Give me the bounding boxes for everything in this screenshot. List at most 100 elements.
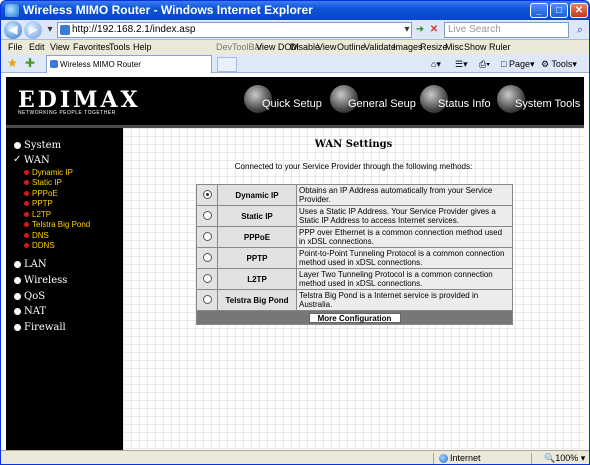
dev-show-ruler[interactable]: Show Ruler — [464, 40, 511, 54]
sidebar-subitem-ddns[interactable]: DDNS — [24, 241, 55, 251]
dev-outline[interactable]: Outline — [337, 40, 366, 54]
sidebar-item-qos[interactable]: QoS — [14, 290, 45, 303]
close-button[interactable]: ✕ — [570, 3, 588, 18]
status-separator — [433, 453, 434, 464]
zoom-level[interactable]: 🔍100% ▾ — [544, 451, 585, 464]
wan-method-name: L2TP — [217, 268, 297, 290]
bullet-icon — [14, 261, 21, 268]
globe-icon — [439, 454, 448, 463]
sidebar-subitem-dns[interactable]: DNS — [24, 231, 49, 241]
wan-method-name: PPTP — [217, 247, 297, 269]
add-favorites-icon[interactable]: ✚ — [25, 56, 35, 70]
dev-view[interactable]: View — [317, 40, 336, 54]
dev-validate[interactable]: Validate — [364, 40, 396, 54]
favorites-star-icon[interactable]: ★ — [7, 56, 18, 70]
address-url: http://192.168.2.1/index.asp — [72, 24, 196, 35]
go-arrow-icon[interactable]: ➜ — [413, 22, 427, 38]
dev-disable[interactable]: Disable — [290, 40, 320, 54]
maximize-button[interactable]: □ — [550, 3, 568, 18]
forward-button[interactable]: ▶ — [24, 21, 42, 39]
bullet-icon — [24, 201, 29, 206]
window-title: Wireless MIMO Router - Windows Internet … — [23, 3, 313, 17]
menu-tools[interactable]: Tools — [109, 40, 130, 54]
wan-method-row[interactable]: Telstra Big Pond Telstra Big Pond is a In… — [196, 289, 513, 311]
menu-file[interactable]: File — [8, 40, 23, 54]
back-button[interactable]: ◀ — [4, 21, 22, 39]
history-dropdown-icon[interactable]: ▾ — [43, 22, 57, 38]
dev-resize[interactable]: Resize — [420, 40, 448, 54]
config-row: More Configuration — [196, 310, 513, 325]
print-icon[interactable]: ⎙▾ — [479, 57, 490, 71]
bullet-icon — [14, 324, 21, 331]
dev-images[interactable]: Images — [393, 40, 423, 54]
title-bar: Wireless MIMO Router - Windows Internet … — [1, 1, 589, 20]
page-content: EDIMAX NETWORKING PEOPLE TOGETHER Quick … — [1, 73, 589, 450]
nav-general-setup[interactable]: General Seup — [330, 85, 416, 113]
address-dropdown-icon[interactable]: ▾ — [400, 22, 414, 38]
wan-method-name: Dynamic IP — [217, 184, 297, 206]
nav-status-info[interactable]: Status Info — [420, 85, 491, 113]
nav-quick-setup[interactable]: Quick Setup — [244, 85, 322, 113]
nav-system-tools[interactable]: System Tools — [497, 85, 580, 113]
sidebar-item-wireless[interactable]: Wireless — [14, 274, 67, 287]
wan-method-radio[interactable] — [202, 231, 212, 241]
sidebar-subitem-telstra-big-pond[interactable]: Telstra Big Pond — [24, 220, 90, 230]
page-icon — [60, 25, 70, 35]
status-bar: Internet 🔍100% ▾ — [1, 450, 589, 464]
search-input[interactable]: Live Search — [444, 22, 569, 38]
wan-methods-table: Dynamic IP Obtains an IP Address automati… — [196, 184, 513, 325]
sidebar-item-system[interactable]: System — [14, 139, 61, 152]
bullet-icon — [24, 170, 29, 175]
page-title: WAN Settings — [314, 139, 393, 150]
sidebar-subitem-dynamic-ip[interactable]: Dynamic IP — [24, 168, 73, 178]
wan-method-description: Layer Two Tunneling Protocol is a common… — [296, 268, 513, 290]
sidebar-subitem-static-ip[interactable]: Static IP — [24, 178, 62, 188]
wan-method-row[interactable]: PPPoE PPP over Ethernet is a common conne… — [196, 226, 513, 248]
sidebar-item-lan[interactable]: LAN — [14, 258, 47, 271]
sidebar-subitem-l2tp[interactable]: L2TP — [24, 210, 51, 220]
page-menu-button[interactable]: □ Page▾ — [501, 57, 535, 71]
address-field[interactable]: http://192.168.2.1/index.asp — [57, 22, 412, 38]
wan-method-description: PPP over Ethernet is a common connection… — [296, 226, 513, 248]
more-configuration-button[interactable]: More Configuration — [308, 312, 401, 323]
wan-method-radio[interactable] — [202, 189, 212, 199]
wan-method-name: Telstra Big Pond — [217, 289, 297, 311]
sidebar-subitem-pptp[interactable]: PPTP — [24, 199, 53, 209]
sidebar-subitem-pppoe[interactable]: PPPoE — [24, 189, 58, 199]
wan-method-radio[interactable] — [202, 252, 212, 262]
bullet-icon — [24, 222, 29, 227]
checkmark-icon: ✓ — [13, 154, 22, 165]
wan-method-description: Uses a Static IP Address. Your Service P… — [296, 205, 513, 227]
bullet-icon — [24, 212, 29, 217]
stop-icon[interactable]: ✕ — [427, 22, 441, 38]
feeds-icon[interactable]: ☰▾ — [455, 57, 468, 71]
menu-edit[interactable]: Edit — [29, 40, 45, 54]
bullet-icon — [24, 243, 29, 248]
wan-method-radio[interactable] — [202, 273, 212, 283]
bullet-icon — [14, 293, 21, 300]
wan-method-row[interactable]: Static IP Uses a Static IP Address. Your … — [196, 205, 513, 227]
search-icon[interactable]: ⌕ — [572, 22, 588, 38]
bullet-icon — [14, 277, 21, 284]
tab-page-icon — [50, 60, 58, 68]
tab-wireless-mimo-router[interactable]: Wireless MIMO Router — [46, 55, 212, 73]
menu-bar: File Edit View Favorites Tools Help DevT… — [1, 40, 589, 54]
sidebar-item-wan[interactable]: ✓ WAN — [13, 154, 50, 167]
minimize-button[interactable]: _ — [530, 3, 548, 18]
sidebar-item-firewall[interactable]: Firewall — [14, 321, 66, 334]
home-icon[interactable]: ⌂▾ — [431, 57, 441, 71]
new-tab-button[interactable] — [217, 57, 237, 72]
dev-misc[interactable]: Misc — [445, 40, 464, 54]
wan-method-row[interactable]: Dynamic IP Obtains an IP Address automati… — [196, 184, 513, 206]
wan-method-radio[interactable] — [202, 294, 212, 304]
menu-favorites[interactable]: Favorites — [73, 40, 110, 54]
tagline: NETWORKING PEOPLE TOGETHER — [18, 110, 116, 116]
sidebar-item-nat[interactable]: NAT — [14, 305, 46, 318]
wan-method-radio[interactable] — [202, 210, 212, 220]
menu-view[interactable]: View — [50, 40, 69, 54]
address-toolbar: ◀ ▶ ▾ http://192.168.2.1/index.asp ▾ ➜ ✕… — [1, 20, 589, 40]
wan-method-row[interactable]: L2TP Layer Two Tunneling Protocol is a co… — [196, 268, 513, 290]
menu-help[interactable]: Help — [133, 40, 152, 54]
wan-method-row[interactable]: PPTP Point-to-Point Tunneling Protocol is… — [196, 247, 513, 269]
tools-menu-button[interactable]: ⚙ Tools▾ — [541, 57, 577, 71]
